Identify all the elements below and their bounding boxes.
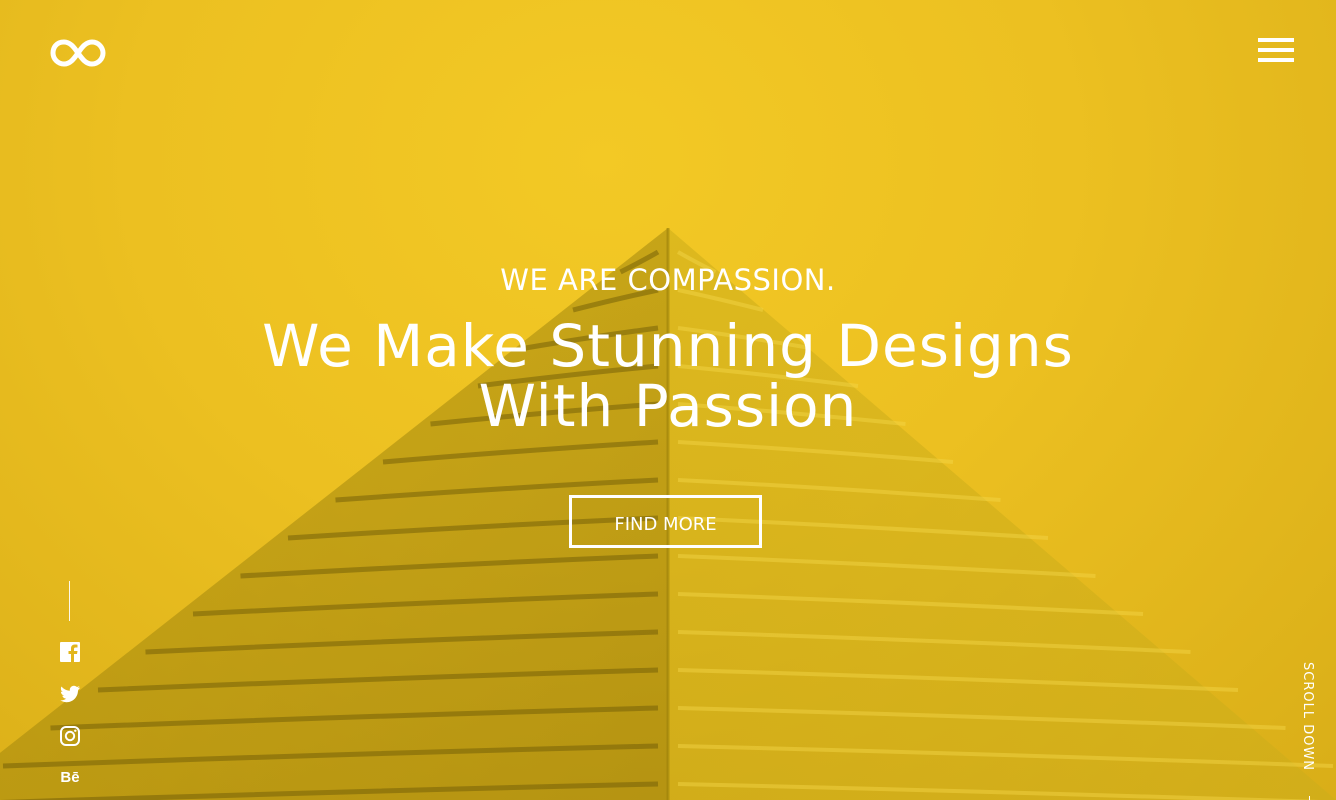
facebook-icon: [60, 642, 80, 662]
scroll-down-label: SCROLL DOWN: [1300, 662, 1315, 772]
facebook-link[interactable]: [58, 640, 82, 664]
behance-link[interactable]: Bē: [58, 766, 82, 790]
infinity-icon: [50, 39, 106, 67]
twitter-link[interactable]: [58, 682, 82, 706]
instagram-icon: [60, 726, 80, 746]
social-divider: [69, 581, 70, 621]
headline-line-2: With Passion: [478, 372, 858, 440]
hero-kicker: WE ARE COMPASSION.: [500, 263, 836, 297]
scroll-down-line: [1309, 796, 1310, 800]
hamburger-menu-icon-bar: [1258, 48, 1294, 52]
find-more-button[interactable]: FIND MORE: [569, 495, 762, 548]
menu-button[interactable]: [1258, 38, 1294, 64]
behance-icon: Bē: [60, 769, 80, 786]
scroll-down-indicator[interactable]: SCROLL DOWN: [1300, 662, 1320, 800]
instagram-link[interactable]: [58, 724, 82, 748]
hamburger-menu-icon-bar: [1258, 38, 1294, 42]
hamburger-menu-icon-bar: [1258, 58, 1294, 62]
hero-content: WE ARE COMPASSION. We Make Stunning Desi…: [0, 258, 1336, 436]
hero-section: WE ARE COMPASSION. We Make Stunning Desi…: [0, 0, 1336, 800]
twitter-icon: [60, 685, 80, 703]
headline-line-1: We Make Stunning Designs: [262, 312, 1074, 380]
logo[interactable]: [50, 38, 106, 68]
hero-headline: We Make Stunning Designs With Passion: [0, 316, 1336, 436]
